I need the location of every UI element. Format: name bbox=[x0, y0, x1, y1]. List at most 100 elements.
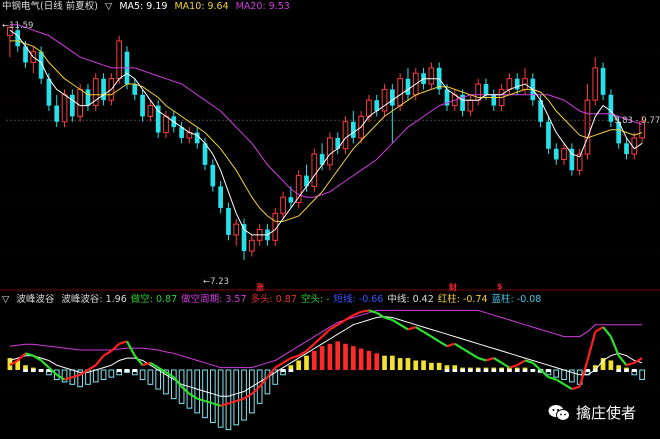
osc-bar-positive bbox=[296, 360, 302, 370]
osc-trend-line bbox=[594, 326, 604, 333]
indicator-title[interactable]: 波峰波谷 bbox=[16, 294, 54, 305]
candle-down bbox=[546, 121, 551, 149]
candle-up bbox=[561, 148, 567, 160]
osc-trend-line bbox=[462, 347, 471, 355]
candle-down bbox=[54, 105, 60, 122]
osc-trend-line bbox=[571, 385, 580, 391]
osc-bar-positive bbox=[350, 346, 356, 370]
stock-chart[interactable] bbox=[0, 0, 660, 439]
osc-bar-negative bbox=[241, 369, 247, 421]
osc-trend-line bbox=[586, 331, 597, 361]
indicator-value: 空头: - bbox=[300, 294, 330, 305]
indicator-value: 中线: 0.42 bbox=[387, 294, 434, 305]
candle-up bbox=[397, 78, 403, 107]
osc-trend-line bbox=[212, 402, 221, 407]
osc-bar-negative bbox=[100, 369, 107, 381]
osc-trend-line bbox=[282, 357, 292, 364]
osc-zero-block bbox=[491, 369, 497, 372]
osc-trend-line bbox=[578, 360, 589, 388]
osc-trend-line bbox=[298, 349, 308, 357]
candle-down bbox=[600, 67, 606, 95]
osc-zero-block bbox=[475, 369, 481, 372]
osc-bar-negative bbox=[553, 369, 560, 378]
candle-up bbox=[428, 67, 435, 85]
osc-bar-negative bbox=[170, 369, 177, 400]
osc-trend-line bbox=[469, 352, 479, 360]
candle-up bbox=[311, 153, 318, 187]
osc-white-line bbox=[9, 316, 643, 397]
event-marker-finance[interactable]: 财 bbox=[449, 282, 457, 293]
osc-zero-block bbox=[468, 369, 473, 372]
osc-trend-line bbox=[220, 402, 229, 407]
osc-trend-line bbox=[609, 336, 620, 357]
osc-bar-negative bbox=[92, 369, 99, 383]
osc-bar-negative bbox=[202, 369, 208, 419]
ma20-label: MA20: 9.53 bbox=[235, 1, 290, 12]
osc-bar-negative bbox=[194, 369, 201, 414]
osc-bar-positive bbox=[335, 341, 341, 370]
osc-trend-line bbox=[509, 364, 518, 369]
candle-up bbox=[163, 115, 169, 134]
osc-zero-block bbox=[444, 369, 450, 372]
osc-bar-positive bbox=[390, 355, 395, 370]
osc-trend-line bbox=[626, 361, 635, 367]
osc-trend-line bbox=[454, 342, 464, 350]
candle-up bbox=[592, 67, 599, 101]
osc-bar-positive bbox=[343, 343, 348, 370]
ma10-label: MA10: 9.64 bbox=[174, 1, 229, 12]
filter-icon[interactable]: ▽ bbox=[2, 294, 9, 305]
candle-down bbox=[624, 143, 629, 155]
candle-up bbox=[147, 105, 154, 117]
osc-trend-line bbox=[40, 359, 50, 369]
osc-bar-positive bbox=[358, 348, 364, 370]
osc-trend-line bbox=[407, 326, 417, 331]
osc-bar-positive bbox=[382, 355, 387, 370]
osc-trend-line bbox=[360, 309, 370, 313]
filter-icon[interactable]: ▽ bbox=[105, 1, 112, 12]
osc-trend-line bbox=[602, 326, 612, 338]
osc-trend-line bbox=[251, 385, 261, 395]
osc-bar-positive bbox=[405, 358, 411, 370]
candle-down bbox=[85, 89, 91, 106]
candle-down bbox=[288, 197, 294, 203]
candle-up bbox=[77, 88, 83, 117]
candle-down bbox=[608, 94, 614, 122]
event-marker-dividend[interactable]: $ bbox=[497, 282, 503, 291]
candle-down bbox=[140, 94, 145, 117]
candle-up bbox=[506, 78, 513, 90]
osc-trend-line bbox=[16, 352, 27, 362]
candle-down bbox=[226, 207, 231, 235]
osc-bar-positive bbox=[366, 350, 372, 370]
candle-up bbox=[342, 121, 349, 150]
candle-up bbox=[116, 40, 123, 80]
osc-trend-line bbox=[196, 397, 206, 403]
osc-trend-line bbox=[204, 399, 214, 405]
osc-zero-block bbox=[38, 369, 44, 372]
osc-bar-positive bbox=[608, 360, 614, 370]
osc-bar-positive bbox=[413, 360, 419, 370]
candle-down bbox=[483, 84, 489, 95]
osc-bar-negative bbox=[561, 369, 567, 381]
osc-trend-line bbox=[516, 359, 526, 367]
osc-trend-line bbox=[384, 316, 393, 321]
osc-trend-line bbox=[305, 342, 316, 352]
current-price-label: 9.83 - 9.77 bbox=[614, 116, 660, 126]
osc-zero-block bbox=[452, 369, 458, 372]
candle-down bbox=[202, 143, 208, 165]
osc-trend-line bbox=[274, 361, 284, 369]
event-marker-limit-up[interactable]: 涨 bbox=[256, 282, 264, 293]
osc-bar-negative bbox=[217, 369, 224, 428]
osc-zero-block bbox=[616, 369, 622, 372]
osc-trend-line bbox=[266, 366, 277, 378]
osc-trend-line bbox=[72, 373, 81, 379]
osc-bar-negative bbox=[225, 369, 232, 431]
osc-trend-line bbox=[524, 359, 534, 364]
candle-down bbox=[350, 121, 356, 138]
osc-bar-positive bbox=[319, 346, 325, 370]
osc-bar-positive bbox=[421, 360, 426, 370]
candle-up bbox=[61, 94, 68, 123]
candle-down bbox=[218, 186, 223, 208]
stock-title[interactable]: 中钢电气(日线 前夏权) bbox=[2, 1, 98, 12]
osc-trend-line bbox=[415, 326, 425, 333]
osc-trend-line bbox=[563, 383, 573, 391]
